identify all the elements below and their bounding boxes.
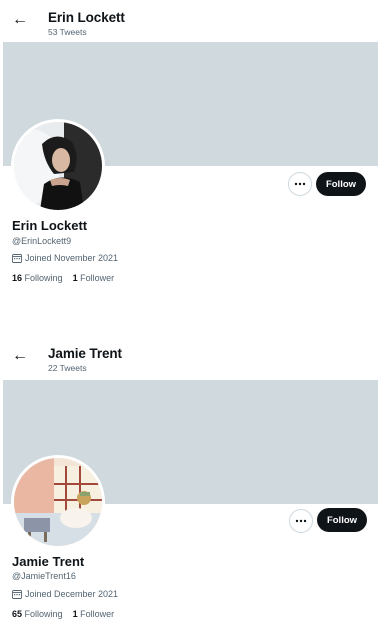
following-count: 65	[12, 609, 23, 619]
profile-header-bar: ← Jamie Trent 22 Tweets	[0, 336, 381, 378]
profile-name: Erin Lockett	[12, 218, 88, 233]
following-link[interactable]: 16 Following	[12, 273, 63, 283]
follow-button[interactable]: Follow	[317, 508, 367, 532]
joined-date: Joined December 2021	[12, 589, 118, 599]
header-profile-name: Jamie Trent	[48, 346, 122, 361]
calendar-icon	[12, 254, 22, 263]
followers-count: 1	[72, 609, 78, 619]
followers-label: Follower	[80, 273, 115, 283]
profile-card-jamie: ← Jamie Trent 22 Tweets Follow Jamie Tre…	[0, 336, 381, 622]
followers-count: 1	[72, 273, 78, 283]
followers-label: Follower	[80, 609, 115, 619]
back-arrow-icon[interactable]: ←	[10, 346, 30, 366]
more-options-button[interactable]	[288, 172, 312, 196]
avatar-illustration-icon	[14, 458, 102, 546]
profile-handle: @ErinLockett9	[12, 236, 72, 246]
avatar-photo-icon	[14, 122, 102, 210]
profile-name: Jamie Trent	[12, 554, 85, 569]
more-horizontal-icon	[294, 182, 306, 186]
header-profile-name: Erin Lockett	[48, 10, 125, 25]
follow-stats: 65 Following 1 Follower	[12, 609, 114, 619]
header-tweet-count: 22 Tweets	[48, 363, 87, 373]
back-arrow-icon[interactable]: ←	[10, 10, 30, 30]
more-options-button[interactable]	[289, 509, 313, 533]
avatar[interactable]	[11, 455, 105, 549]
profile-handle: @JamieTrent16	[12, 571, 76, 581]
follow-stats: 16 Following 1 Follower	[12, 273, 114, 283]
follow-button[interactable]: Follow	[316, 172, 366, 196]
followers-link[interactable]: 1 Follower	[73, 609, 115, 619]
more-horizontal-icon	[295, 519, 307, 523]
joined-date-text: Joined November 2021	[25, 253, 119, 263]
following-label: Following	[24, 609, 63, 619]
header-tweet-count: 53 Tweets	[48, 27, 87, 37]
following-count: 16	[12, 273, 23, 283]
followers-link[interactable]: 1 Follower	[73, 273, 115, 283]
calendar-icon	[12, 590, 22, 599]
following-link[interactable]: 65 Following	[12, 609, 63, 619]
profile-header-bar: ← Erin Lockett 53 Tweets	[0, 0, 381, 42]
following-label: Following	[24, 273, 63, 283]
joined-date: Joined November 2021	[12, 253, 118, 263]
joined-date-text: Joined December 2021	[25, 589, 119, 599]
profile-card-erin: ← Erin Lockett 53 Tweets Follow Erin Loc…	[0, 0, 381, 300]
avatar[interactable]	[11, 119, 105, 213]
